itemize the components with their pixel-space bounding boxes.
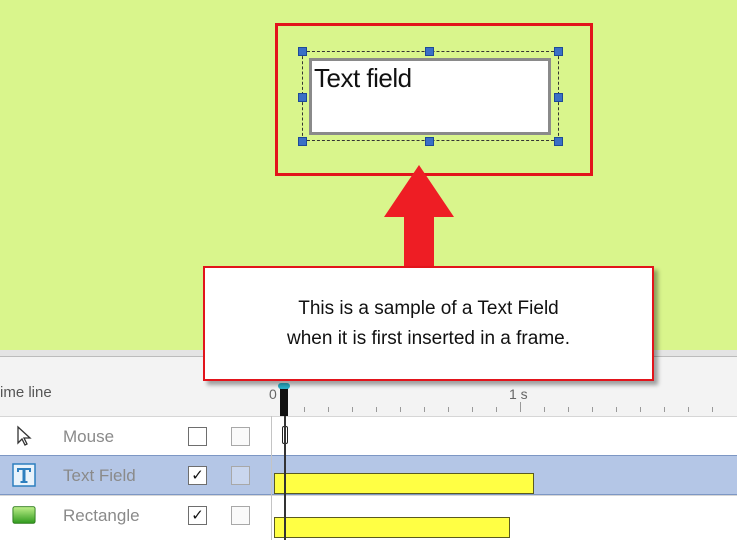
resize-handle-top[interactable] <box>425 47 434 56</box>
ruler-tick <box>664 407 665 412</box>
row-label-text-field: Text Field <box>63 466 136 485</box>
ruler-tick <box>424 407 425 412</box>
ruler-tick <box>496 407 497 412</box>
playhead-line <box>284 416 286 540</box>
ruler-tick <box>592 407 593 412</box>
rectangle-duration-bar[interactable] <box>274 517 510 538</box>
text-field-icon <box>12 463 36 487</box>
row-label-mouse: Mouse <box>63 427 115 446</box>
callout-note: This is a sample of a Text Field when it… <box>203 266 654 381</box>
lock-checkbox-mouse[interactable] <box>231 427 250 446</box>
ruler-tick <box>376 407 377 412</box>
row-label-rectangle: Rectangle <box>63 506 140 525</box>
callout-line-1: This is a sample of a Text Field <box>298 297 559 319</box>
resize-handle-bottom[interactable] <box>425 137 434 146</box>
resize-handle-bottom-left[interactable] <box>298 137 307 146</box>
ruler-tick <box>304 407 305 412</box>
mouse-pointer-icon <box>12 424 36 448</box>
ruler-label-1s: 1 s <box>509 386 528 402</box>
ruler-tick <box>688 407 689 412</box>
lock-checkbox-text-field[interactable] <box>231 466 250 485</box>
ruler-tick <box>328 407 329 412</box>
ruler-tick <box>352 407 353 412</box>
playhead-handle[interactable] <box>280 386 288 416</box>
ruler-tick <box>400 407 401 412</box>
timeline-title: ime line <box>0 384 52 401</box>
visibility-checkbox-text-field[interactable]: ✓ <box>188 466 207 485</box>
resize-handle-right[interactable] <box>554 93 563 102</box>
ruler-tick <box>616 407 617 412</box>
ruler-tick <box>520 402 521 412</box>
ruler-tick <box>544 407 545 412</box>
resize-handle-left[interactable] <box>298 93 307 102</box>
resize-handle-bottom-right[interactable] <box>554 137 563 146</box>
ruler-tick <box>712 407 713 412</box>
resize-handle-top-right[interactable] <box>554 47 563 56</box>
playhead-top[interactable] <box>278 383 290 389</box>
ruler-tick <box>640 407 641 412</box>
visibility-checkbox-mouse[interactable] <box>188 427 207 446</box>
timeline-divider <box>271 416 272 540</box>
resize-handle-top-left[interactable] <box>298 47 307 56</box>
text-field-object[interactable]: Text field <box>309 58 551 135</box>
ruler-tick <box>448 407 449 412</box>
callout-line-2: when it is first inserted in a frame. <box>287 327 570 349</box>
timeline-row-mouse[interactable]: Mouse <box>0 416 737 455</box>
text-field-text: Text field <box>314 63 412 93</box>
visibility-checkbox-rectangle[interactable]: ✓ <box>188 506 207 525</box>
ruler-tick <box>472 407 473 412</box>
ruler-tick <box>568 407 569 412</box>
rectangle-icon <box>12 503 36 527</box>
text-field-duration-bar[interactable] <box>274 473 534 494</box>
lock-checkbox-rectangle[interactable] <box>231 506 250 525</box>
